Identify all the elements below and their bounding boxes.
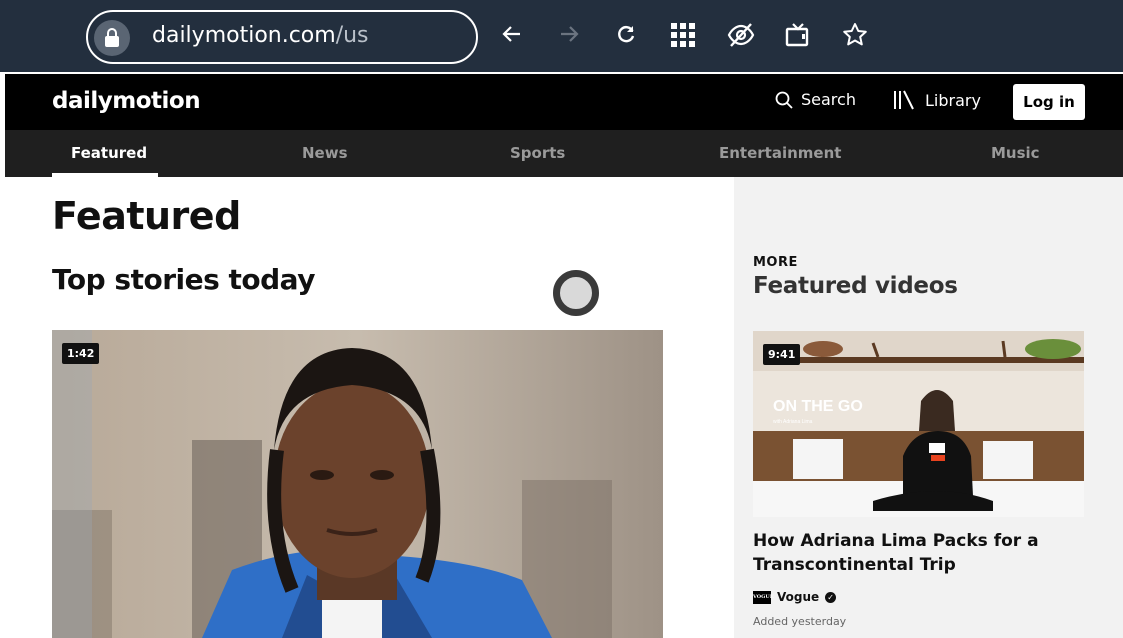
address-bar[interactable]: dailymotion.com/us bbox=[86, 10, 478, 64]
library-label: Library bbox=[925, 90, 981, 110]
active-tab-indicator bbox=[52, 173, 158, 177]
tab-news[interactable]: News bbox=[302, 144, 348, 162]
thumb-overlay-subtitle: with Adriana Lima bbox=[773, 419, 813, 425]
page-title: Featured bbox=[52, 194, 241, 238]
channel-logo: VOGUE bbox=[753, 590, 774, 604]
login-button[interactable]: Log in bbox=[1013, 84, 1085, 120]
url-path: /us bbox=[335, 23, 369, 48]
more-label: MORE bbox=[753, 255, 798, 270]
loading-spinner bbox=[553, 270, 599, 316]
top-story-thumbnail[interactable]: 1:42 bbox=[52, 330, 663, 638]
verified-icon: ✓ bbox=[825, 591, 837, 603]
featured-video-image: ON THE GO with Adriana Lima bbox=[753, 331, 1084, 517]
video-duration-badge: 1:42 bbox=[62, 343, 100, 364]
channel-info[interactable]: VOGUE Vogue ✓ bbox=[753, 590, 837, 604]
top-story-image bbox=[52, 330, 663, 638]
thumb-overlay-title: ON THE GO bbox=[773, 398, 863, 415]
library-icon bbox=[894, 90, 914, 110]
url-domain: dailymotion.com bbox=[152, 23, 336, 48]
category-nav: Featured News Sports Entertainment Music bbox=[5, 130, 1123, 177]
section-title: Top stories today bbox=[52, 263, 315, 296]
video-duration-badge: 9:41 bbox=[763, 344, 801, 365]
site-header: dailymotion Search Library Log in bbox=[5, 74, 1123, 130]
star-icon[interactable] bbox=[842, 22, 870, 50]
dailymotion-logo[interactable]: dailymotion bbox=[52, 88, 201, 114]
search-icon bbox=[775, 91, 793, 109]
apps-grid-icon[interactable] bbox=[670, 22, 698, 50]
tv-icon[interactable] bbox=[785, 22, 813, 50]
search-label: Search bbox=[801, 90, 856, 109]
video-title-link[interactable]: How Adriana Lima Packs for a Transcontin… bbox=[753, 529, 1073, 577]
tab-sports[interactable]: Sports bbox=[510, 144, 565, 162]
added-date: Added yesterday bbox=[753, 615, 847, 628]
url-text[interactable]: dailymotion.com/us bbox=[152, 23, 369, 48]
tab-music[interactable]: Music bbox=[991, 144, 1040, 162]
search-button[interactable]: Search bbox=[775, 90, 856, 109]
tab-entertainment[interactable]: Entertainment bbox=[719, 144, 841, 162]
forward-icon[interactable] bbox=[557, 22, 585, 50]
sidebar: MORE Featured videos ON THE GO with Adri… bbox=[734, 177, 1123, 638]
library-button[interactable]: Library bbox=[893, 90, 981, 110]
reload-icon[interactable] bbox=[614, 22, 642, 50]
tab-featured[interactable]: Featured bbox=[71, 144, 147, 162]
lock-icon[interactable] bbox=[94, 20, 130, 56]
featured-video-thumbnail[interactable]: ON THE GO with Adriana Lima 9:41 bbox=[753, 331, 1084, 517]
browser-toolbar: dailymotion.com/us bbox=[0, 0, 1123, 72]
featured-videos-title: Featured videos bbox=[753, 273, 958, 299]
channel-name[interactable]: Vogue bbox=[777, 590, 819, 604]
back-icon[interactable] bbox=[500, 22, 528, 50]
eye-off-icon[interactable] bbox=[727, 22, 755, 50]
